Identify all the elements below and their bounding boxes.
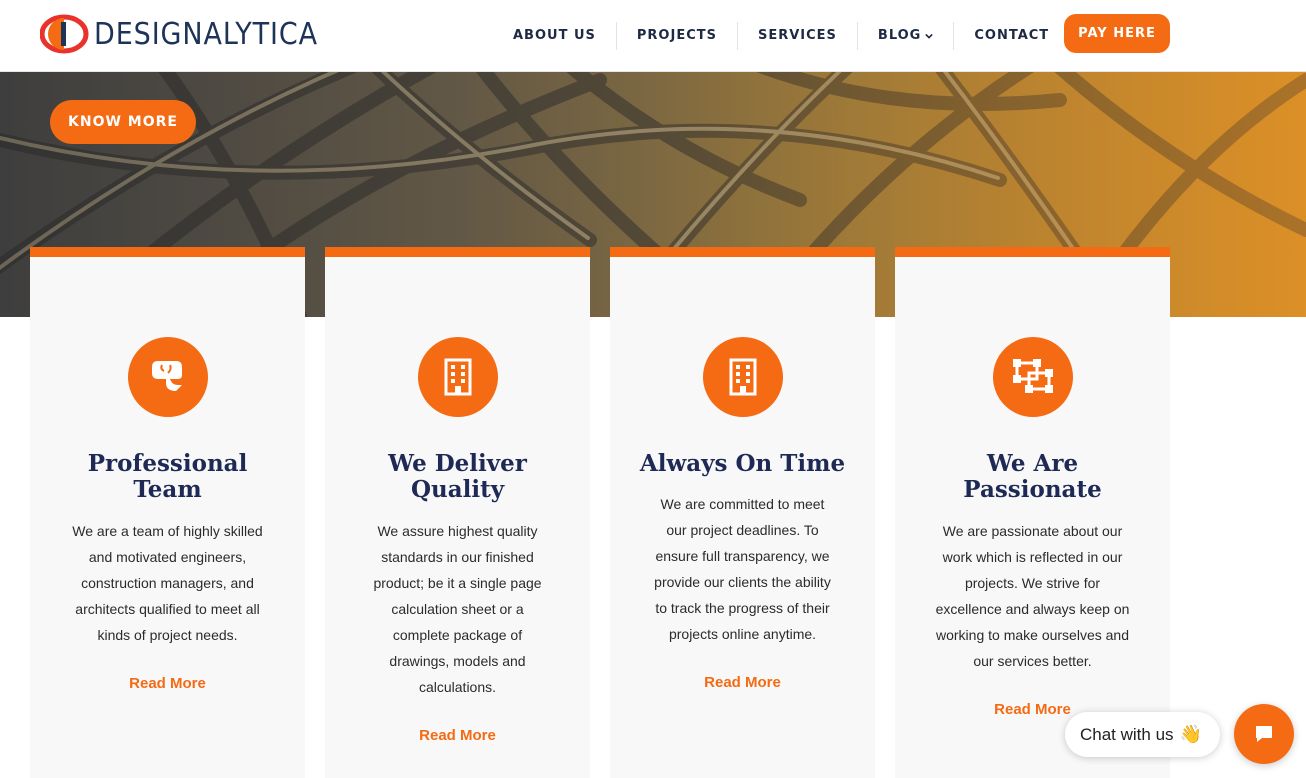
card-description: We are passionate about our work which i… [915,518,1150,674]
chat-launcher-button[interactable] [1234,704,1294,764]
card-title-line: Quality [410,476,505,503]
chat-with-us-pill[interactable]: Chat with us 👋 [1065,712,1220,757]
logo[interactable]: DESIGNALYTICA [40,14,343,54]
card-desc-line: We are a team of highly skilled [72,523,263,539]
card-desc-line: We are passionate about our [942,523,1123,539]
card-title-line: We Deliver [388,450,527,477]
read-more-link[interactable]: Read More [325,727,590,744]
nav-contact-label: CONTACT [974,28,1050,43]
card-desc-line: excellence and always keep on [935,601,1130,617]
card-desc-line: our project deadlines. To [666,522,819,538]
card-description: We are a team of highly skilled and moti… [50,518,285,648]
logo-text: DESIGNALYTICA [94,16,318,52]
card-desc-line: We are committed to meet [660,496,825,512]
site-header: DESIGNALYTICA ABOUT US PROJECTS SERVICES… [0,0,1306,72]
card-title-line: Always On Time [639,450,846,477]
logo-mark-icon [40,14,89,54]
nav-projects-label: PROJECTS [636,28,717,43]
card-description: We assure highest quality standards in o… [340,518,575,700]
card-description: We are committed to meet our project dea… [625,491,860,647]
card-desc-line: projects. We strive for [964,575,1101,591]
card-desc-line: complete package of [392,627,523,643]
nav-about-us-label: ABOUT US [513,28,596,43]
card-desc-line: work which is reflected in our [942,549,1123,565]
card-desc-line: and motivated engineers, [88,549,247,565]
card-desc-line: working to make ourselves and [936,627,1129,643]
head-brain-icon [128,337,208,417]
nav-contact[interactable]: CONTACT [954,22,1071,50]
read-more-link[interactable]: Read More [30,675,305,692]
nav-projects[interactable]: PROJECTS [617,22,738,50]
card-title: Professional Team [30,451,305,503]
waving-hand-icon: 👋 [1179,724,1202,744]
chevron-down-icon [925,33,934,39]
card-desc-line: ensure full transparency, we [655,548,830,564]
nav-services[interactable]: SERVICES [738,22,858,50]
read-more-link[interactable]: Read More [610,674,875,691]
card-title: We Deliver Quality [325,451,590,503]
card-desc-line: our services better. [973,653,1092,669]
card-title: Always On Time [610,451,875,477]
card-desc-line: calculation sheet or a [391,601,524,617]
know-more-button[interactable]: KNOW MORE [50,100,196,144]
chat-label: Chat with us [1080,724,1174,744]
nav-blog-label: BLOG [877,28,922,43]
card-desc-line: to track the progress of their [655,600,830,616]
feature-card-professional-team: Professional Team We are a team of highl… [30,247,305,778]
card-desc-line: kinds of project needs. [97,627,238,643]
nav-about-us[interactable]: ABOUT US [493,22,617,50]
feature-card-quality: We Deliver Quality We assure highest qua… [325,247,590,778]
card-desc-line: construction managers, and [81,575,254,591]
card-title-line: Passionate [963,476,1102,503]
card-title: We Are Passionate [895,451,1170,503]
feature-card-passionate: We Are Passionate We are passionate abou… [895,247,1170,778]
chat-bubble-icon [1256,726,1272,742]
card-desc-line: architects qualified to meet all [75,601,260,617]
pay-here-button[interactable]: PAY HERE [1064,14,1170,53]
card-title-line: Professional [87,450,248,477]
card-desc-line: We assure highest quality [377,523,538,539]
building-icon [418,337,498,417]
card-title-line: We Are [986,450,1079,477]
feature-card-on-time: Always On Time We are committed to meet … [610,247,875,778]
card-title-line: Team [133,476,202,503]
object-group-icon [993,337,1073,417]
building-icon [703,337,783,417]
card-desc-line: provide our clients the ability [654,574,831,590]
card-desc-line: drawings, models and [389,653,526,669]
card-desc-line: calculations. [418,679,497,695]
card-desc-line: projects online anytime. [668,626,817,642]
card-desc-line: product; be it a single page [373,575,542,591]
nav-services-label: SERVICES [757,28,837,43]
nav-blog[interactable]: BLOG [858,22,955,50]
card-desc-line: standards in our finished [381,549,534,565]
main-nav: ABOUT US PROJECTS SERVICES BLOG CONTACT [493,22,1071,50]
